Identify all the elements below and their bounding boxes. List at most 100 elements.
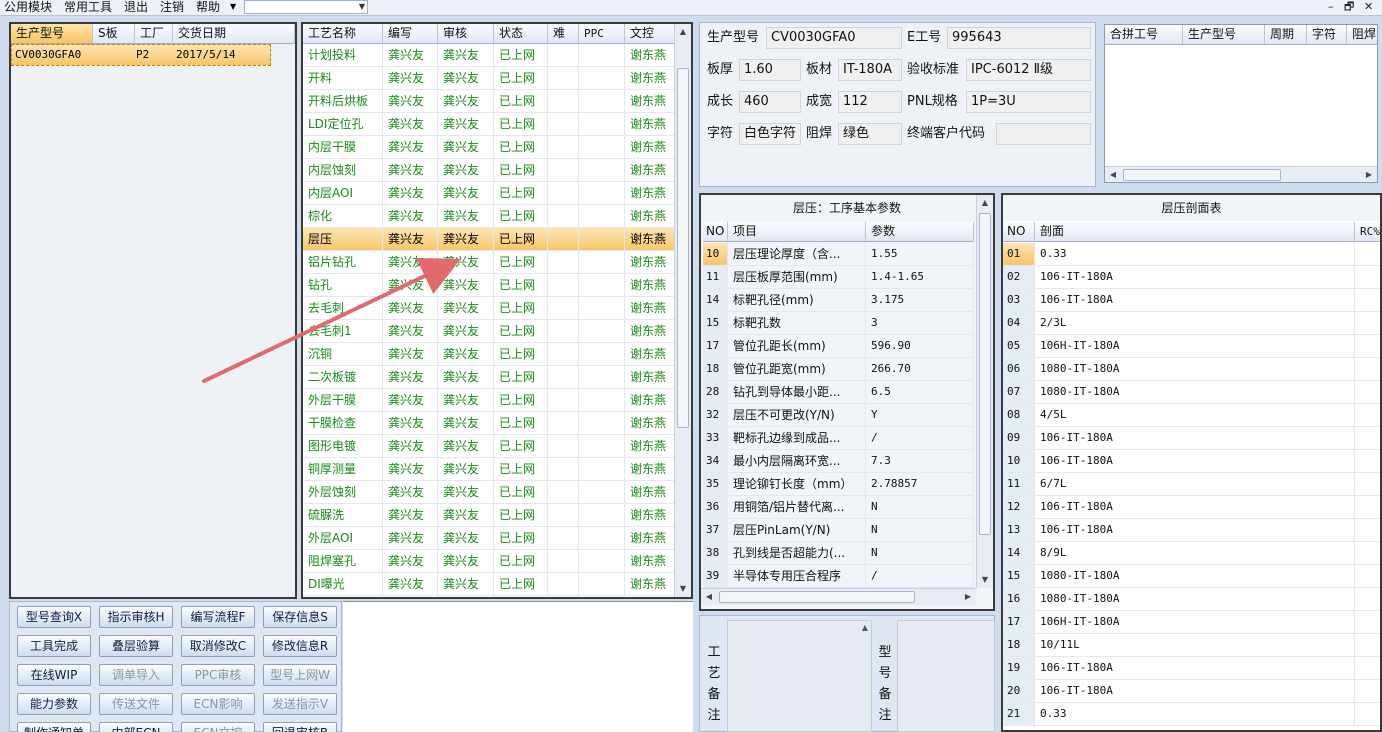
process-row[interactable]: 硫脲洗 龚兴友 龚兴友 已上网 谢东燕 — [303, 504, 675, 527]
width-field[interactable]: 112 — [838, 91, 902, 113]
scroll-up-icon[interactable]: ▲ — [977, 195, 993, 211]
button-19[interactable]: ECN文控 — [181, 722, 255, 732]
process-row[interactable]: 开料 龚兴友 龚兴友 已上网 谢东燕 — [303, 67, 675, 90]
section-row[interactable]: 12 106-IT-180A — [1003, 496, 1380, 519]
param-row[interactable]: 34 最小内层隔离环宽... 7.3 — [701, 450, 974, 473]
mask-field[interactable]: 绿色 — [838, 123, 902, 145]
process-row[interactable]: 阻焊塞孔 龚兴友 龚兴友 已上网 谢东燕 — [303, 550, 675, 573]
pnl-field[interactable]: 1P=3U — [966, 91, 1091, 113]
button-10[interactable]: 调单导入 — [99, 664, 173, 686]
button-17[interactable]: 制作通知单 — [17, 722, 91, 732]
scroll-right-icon[interactable]: ▶ — [960, 589, 976, 605]
process-row[interactable]: 外层干膜 龚兴友 龚兴友 已上网 谢东燕 — [303, 389, 675, 412]
param-row[interactable]: 32 层压不可更改(Y/N) Y — [701, 404, 974, 427]
process-row[interactable]: 图形电镀 龚兴友 龚兴友 已上网 谢东燕 — [303, 435, 675, 458]
process-row[interactable]: 沉铜 龚兴友 龚兴友 已上网 谢东燕 — [303, 343, 675, 366]
scroll-up-icon[interactable]: ▲ — [862, 623, 868, 632]
button-7[interactable]: 取消修改C — [181, 635, 255, 657]
process-row[interactable]: 开料后烘板 龚兴友 龚兴友 已上网 谢东燕 — [303, 90, 675, 113]
menu-common-tools[interactable]: 常用工具 — [64, 0, 112, 16]
menu-combo-box[interactable]: ▼ — [244, 0, 368, 14]
combo-dropdown-icon[interactable]: ▼ — [359, 1, 365, 13]
param-row[interactable]: 18 管位孔距宽(mm) 266.70 — [701, 358, 974, 381]
section-row[interactable]: 03 106-IT-180A — [1003, 289, 1380, 312]
param-row[interactable]: 35 理论铆钉长度（mm） 2.78857 — [701, 473, 974, 496]
param-row[interactable]: 36 用铜箔/铝片替代离... N — [701, 496, 974, 519]
scroll-up-icon[interactable]: ▲ — [675, 24, 691, 40]
standard-field[interactable]: IPC-6012 Ⅱ级 — [966, 59, 1091, 81]
process-row[interactable]: 铜厚测量 龚兴友 龚兴友 已上网 谢东燕 — [303, 458, 675, 481]
param-row[interactable]: 33 靶标孔边缘到成品... / — [701, 427, 974, 450]
model-row[interactable]: CV0030GFA0 P2 2017/5/14 — [11, 44, 271, 66]
params-scroll-thumb[interactable] — [979, 213, 991, 535]
header-combine-cycle[interactable]: 周期 — [1265, 25, 1307, 45]
header-s-board[interactable]: S板 — [93, 24, 135, 44]
params-hscroll-thumb[interactable] — [719, 591, 915, 603]
scroll-left-icon[interactable]: ◀ — [701, 589, 717, 605]
thickness-field[interactable]: 1.60 — [739, 59, 801, 81]
minimize-icon[interactable]: – — [1328, 0, 1334, 14]
param-row[interactable]: 38 孔到线是否超能力(... N — [701, 542, 974, 565]
process-row[interactable]: 内层干膜 龚兴友 龚兴友 已上网 谢东燕 — [303, 136, 675, 159]
button-14[interactable]: 传送文件 — [99, 693, 173, 715]
section-row[interactable]: 05 106H-IT-180A — [1003, 335, 1380, 358]
process-row[interactable]: 去毛刺 龚兴友 龚兴友 已上网 谢东燕 — [303, 297, 675, 320]
process-row[interactable]: 棕化 龚兴友 龚兴友 已上网 谢东燕 — [303, 205, 675, 228]
menu-logout[interactable]: 注销 — [160, 0, 184, 16]
process-row[interactable]: 钻孔 龚兴友 龚兴友 已上网 谢东燕 — [303, 274, 675, 297]
header-section-no[interactable]: NO — [1003, 222, 1035, 242]
combine-hscrollbar[interactable]: ◀ ▶ — [1105, 166, 1377, 182]
header-status[interactable]: 状态 — [494, 24, 548, 44]
scroll-down-icon[interactable]: ▼ — [977, 572, 993, 588]
section-row[interactable]: 16 1080-IT-180A — [1003, 588, 1380, 611]
process-row[interactable]: DI曝光 龚兴友 龚兴友 已上网 谢东燕 — [303, 573, 675, 596]
button-3[interactable]: 编写流程F — [181, 606, 255, 628]
model-remark-box[interactable] — [897, 620, 995, 732]
section-row[interactable]: 18 10/11L — [1003, 634, 1380, 657]
section-row[interactable]: 20 106-IT-180A — [1003, 680, 1380, 703]
section-row[interactable]: 14 8/9L — [1003, 542, 1380, 565]
header-delivery-date[interactable]: 交货日期 — [173, 24, 295, 44]
params-hscrollbar[interactable]: ◀ ▶ — [701, 588, 976, 605]
button-20[interactable]: 回退审核B — [263, 722, 337, 732]
button-9[interactable]: 在线WIP — [17, 664, 91, 686]
menu-exit[interactable]: 退出 — [124, 0, 148, 16]
section-row[interactable]: 13 106-IT-180A — [1003, 519, 1380, 542]
header-process-name[interactable]: 工艺名称 — [303, 24, 383, 44]
process-row[interactable]: 干膜检查 龚兴友 龚兴友 已上网 谢东燕 — [303, 412, 675, 435]
button-1[interactable]: 型号查询X — [17, 606, 91, 628]
header-section-profile[interactable]: 剖面 — [1035, 222, 1355, 242]
material-field[interactable]: IT-180A — [838, 59, 902, 81]
section-row[interactable]: 11 6/7L — [1003, 473, 1380, 496]
button-15[interactable]: ECN影响 — [181, 693, 255, 715]
process-row[interactable]: 层压 龚兴友 龚兴友 已上网 谢东燕 — [303, 228, 675, 251]
param-row[interactable]: 28 钻孔到导体最小距... 6.5 — [701, 381, 974, 404]
param-row[interactable]: 11 层压板厚范围(mm) 1.4-1.65 — [701, 266, 974, 289]
header-model[interactable]: 生产型号 — [11, 24, 93, 44]
process-remark-box[interactable]: ▲ — [727, 620, 872, 732]
process-list-scrollbar[interactable]: ▲ ▼ — [674, 24, 691, 597]
header-param-value[interactable]: 参数 — [866, 222, 974, 242]
scroll-thumb[interactable] — [677, 68, 689, 428]
length-field[interactable]: 460 — [739, 91, 801, 113]
menu-common-module[interactable]: 公用模块 — [4, 0, 52, 16]
param-row[interactable]: 10 层压理论厚度（含... 1.55 — [701, 243, 974, 266]
header-param-item[interactable]: 项目 — [728, 222, 866, 242]
header-difficulty[interactable]: 难 — [548, 24, 579, 44]
process-row[interactable]: 去毛刺1 龚兴友 龚兴友 已上网 谢东燕 — [303, 320, 675, 343]
section-row[interactable]: 19 106-IT-180A — [1003, 657, 1380, 680]
section-row[interactable]: 08 4/5L — [1003, 404, 1380, 427]
restore-icon[interactable]: 🗗 — [1344, 0, 1354, 14]
process-row[interactable]: 内层AOI 龚兴友 龚兴友 已上网 谢东燕 — [303, 182, 675, 205]
section-row[interactable]: 21 0.33 — [1003, 703, 1380, 726]
process-row[interactable]: 铝片钻孔 龚兴友 龚兴友 已上网 谢东燕 — [303, 251, 675, 274]
param-row[interactable]: 17 管位孔距长(mm) 596.90 — [701, 335, 974, 358]
button-18[interactable]: 内部ECN — [99, 722, 173, 732]
button-11[interactable]: PPC审核 — [181, 664, 255, 686]
section-row[interactable]: 01 0.33 — [1003, 243, 1380, 266]
button-13[interactable]: 能力参数 — [17, 693, 91, 715]
header-combine-mask[interactable]: 阻焊 — [1347, 25, 1377, 45]
scroll-left-icon[interactable]: ◀ — [1105, 167, 1121, 182]
section-row[interactable]: 02 106-IT-180A — [1003, 266, 1380, 289]
header-writer[interactable]: 编写 — [383, 24, 438, 44]
